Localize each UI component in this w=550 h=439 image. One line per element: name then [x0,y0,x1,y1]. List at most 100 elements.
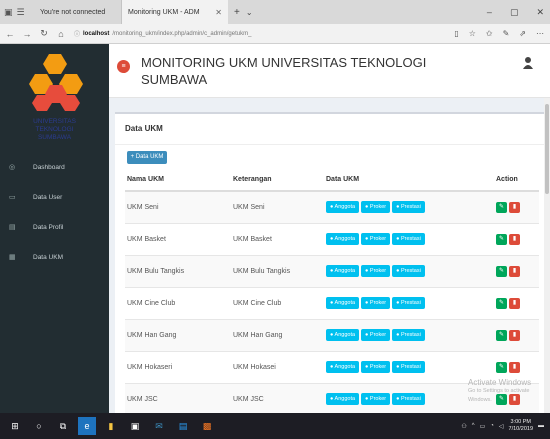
volume-icon[interactable]: ◁ [499,423,504,430]
tab-label: You're not connected [40,8,106,16]
prestasi-button[interactable]: ● Prestasi [392,265,425,277]
proker-button[interactable]: ● Proker [361,265,391,277]
proker-button[interactable]: ● Proker [361,393,391,405]
prestasi-button[interactable]: ● Prestasi [392,233,425,245]
anggota-button[interactable]: ● Anggota [326,393,360,405]
url-field[interactable]: ⓘ localhost /monitoring_ukm/index.php/ad… [74,29,454,39]
file-explorer-icon[interactable]: ▮ [102,417,120,435]
sidebar-item-data-ukm[interactable]: ▦ Data UKM [0,242,109,272]
app-icon[interactable]: ▤ [174,417,192,435]
favorites-icon[interactable]: ✩ [486,29,493,38]
cell-data-ukm: ● Anggota ● Proker ● Prestasi [326,223,496,256]
sidebar-toggle-button[interactable]: ≡ [117,60,130,73]
file-icon: ▤ [9,224,16,231]
scrollbar[interactable] [544,98,550,413]
people-icon[interactable]: ⚇ [461,423,466,430]
watermark-line: Activate Windows [468,378,532,387]
url-host: localhost [83,30,110,37]
trash-icon[interactable]: ▮ [509,233,520,245]
clock-date: 7/10/2019 [508,426,533,432]
trash-icon[interactable]: ▮ [509,329,520,341]
anggota-button[interactable]: ● Anggota [326,297,360,309]
store-icon[interactable]: ▣ [126,417,144,435]
sidebar-item-data-profil[interactable]: ▤ Data Profil [0,212,109,242]
home-icon[interactable]: ⌂ [54,29,68,39]
main-header: ≡ MONITORING UKM UNIVERSITAS TEKNOLOGI S… [109,44,550,98]
proker-button[interactable]: ● Proker [361,201,391,214]
maximize-icon[interactable]: ▢ [510,7,519,18]
notification-icon[interactable]: ▬ [538,423,544,429]
button-label: Prestasi [400,300,421,306]
activate-windows-watermark: Activate Windows Go to Settings to activ… [468,378,550,405]
trash-icon[interactable]: ▮ [509,201,520,213]
table-header-row: Nama UKM Keterangan Data UKM Action [125,168,539,192]
reading-view-icon[interactable]: ▯ [454,29,458,38]
clock[interactable]: 3:00 PM 7/10/2019 [509,419,533,433]
back-tab-icon[interactable]: ▣ [4,7,13,18]
favorite-star-icon[interactable]: ☆ [469,29,476,38]
prestasi-button[interactable]: ● Prestasi [392,329,425,341]
anggota-button[interactable]: ● Anggota [326,233,360,245]
chevron-up-icon[interactable]: ^ [472,423,475,429]
share-icon[interactable]: ⇗ [519,29,526,38]
mail-icon[interactable]: ✉ [150,417,168,435]
refresh-icon[interactable]: ↻ [37,28,51,39]
add-ukm-button[interactable]: + Data UKM [127,151,167,164]
cell-nama-ukm: UKM Hokaseri [125,351,233,384]
trash-icon[interactable]: ▮ [509,297,520,309]
windows-start-icon[interactable]: ⊞ [6,417,24,435]
brand-line: TEKNOLOGI [35,126,74,133]
network-icon[interactable]: ◔ [490,423,494,429]
window-close-icon[interactable]: ✕ [536,7,544,18]
trash-icon[interactable]: ▮ [509,361,520,373]
prestasi-button[interactable]: ● Prestasi [392,297,425,309]
button-label: Anggota [334,300,356,306]
user-icon[interactable] [522,56,534,70]
edit-icon[interactable]: ✎ [496,233,507,245]
edit-icon[interactable]: ✎ [496,201,507,213]
task-view-icon[interactable]: ⧉ [54,417,72,435]
chevron-down-icon[interactable]: ⌄ [246,8,253,17]
notes-icon[interactable]: ✎ [503,29,510,38]
button-label: Anggota [334,332,356,338]
edit-icon[interactable]: ✎ [496,361,507,373]
proker-button[interactable]: ● Proker [361,233,391,245]
tab-not-connected[interactable]: You're not connected [34,0,122,24]
proker-button[interactable]: ● Proker [361,361,391,373]
more-icon[interactable]: ⋯ [536,29,544,38]
forward-icon[interactable]: → [20,29,34,39]
back-icon[interactable]: ← [3,29,17,39]
tab-monitoring[interactable]: Monitoring UKM - ADM ✕ [122,0,228,24]
sidebar-item-dashboard[interactable]: ◎ Dashboard [0,152,109,182]
table-row: UKM Han Gang UKM Han Gang ● Anggota ● Proke… [125,319,539,352]
content-area: Data UKM + Data UKM Nama UKM Keterangan … [109,98,550,422]
proker-button[interactable]: ● Proker [361,329,391,341]
column-header: Data UKM [326,168,496,192]
grid-icon: ▦ [9,254,16,261]
box-title: Data UKM [125,124,163,133]
anggota-button[interactable]: ● Anggota [326,201,360,214]
edit-icon[interactable]: ✎ [496,265,507,277]
prestasi-button[interactable]: ● Prestasi [392,201,425,214]
search-icon[interactable]: ○ [30,417,48,435]
battery-icon[interactable]: ▭ [480,423,486,430]
anggota-button[interactable]: ● Anggota [326,361,360,373]
tab-list-icon[interactable]: ☰ [17,7,25,18]
prestasi-button[interactable]: ● Prestasi [392,361,425,373]
prestasi-button[interactable]: ● Prestasi [392,393,425,405]
new-tab-button[interactable]: + [228,7,246,18]
edit-icon[interactable]: ✎ [496,329,507,341]
edge-browser-icon[interactable]: e [78,417,96,435]
sidebar-item-data-user[interactable]: ▭ Data User [0,182,109,212]
cell-action: ✎ ▮ [496,287,539,320]
xampp-icon[interactable]: ▩ [198,417,216,435]
trash-icon[interactable]: ▮ [509,265,520,277]
scroll-thumb[interactable] [545,104,549,194]
data-ukm-box: Data UKM + Data UKM Nama UKM Keterangan … [115,112,545,422]
anggota-button[interactable]: ● Anggota [326,329,360,341]
proker-button[interactable]: ● Proker [361,297,391,309]
anggota-button[interactable]: ● Anggota [326,265,360,277]
edit-icon[interactable]: ✎ [496,297,507,309]
minimize-icon[interactable]: – [487,7,492,18]
close-icon[interactable]: ✕ [215,8,222,17]
